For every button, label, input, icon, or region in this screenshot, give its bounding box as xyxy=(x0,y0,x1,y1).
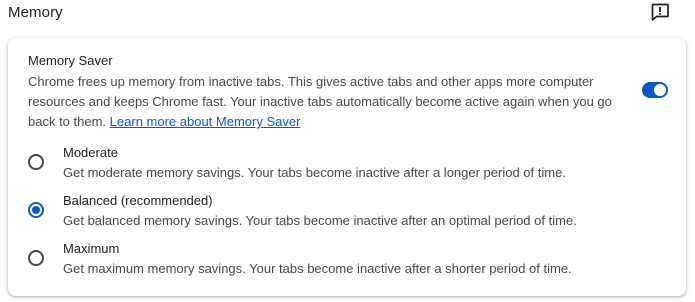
feedback-icon xyxy=(651,3,669,21)
memory-saver-toggle[interactable] xyxy=(642,82,668,98)
learn-more-link[interactable]: Learn more about Memory Saver xyxy=(110,114,301,129)
memory-saver-card: Memory Saver Chrome frees up memory from… xyxy=(8,38,686,296)
section-title: Memory xyxy=(8,4,63,21)
option-description: Get moderate memory savings. Your tabs b… xyxy=(63,165,566,180)
memory-saver-description: Chrome frees up memory from inactive tab… xyxy=(28,72,618,132)
option-balanced[interactable]: Balanced (recommended) Get balanced memo… xyxy=(8,189,686,235)
option-label: Balanced (recommended) xyxy=(63,193,213,208)
option-label: Moderate xyxy=(63,145,118,160)
option-moderate[interactable]: Moderate Get moderate memory savings. Yo… xyxy=(8,141,686,187)
feedback-button[interactable] xyxy=(648,0,672,24)
radio-balanced[interactable] xyxy=(28,202,44,218)
memory-settings-page: Memory Memory Saver Chrome frees up memo… xyxy=(0,0,695,302)
option-description: Get maximum memory savings. Your tabs be… xyxy=(63,261,572,276)
memory-saver-title: Memory Saver xyxy=(28,53,113,68)
radio-maximum[interactable] xyxy=(28,250,44,266)
option-description: Get balanced memory savings. Your tabs b… xyxy=(63,213,577,228)
toggle-knob xyxy=(654,84,666,96)
option-label: Maximum xyxy=(63,241,120,256)
option-maximum[interactable]: Maximum Get maximum memory savings. Your… xyxy=(8,237,686,283)
radio-moderate[interactable] xyxy=(28,154,44,170)
